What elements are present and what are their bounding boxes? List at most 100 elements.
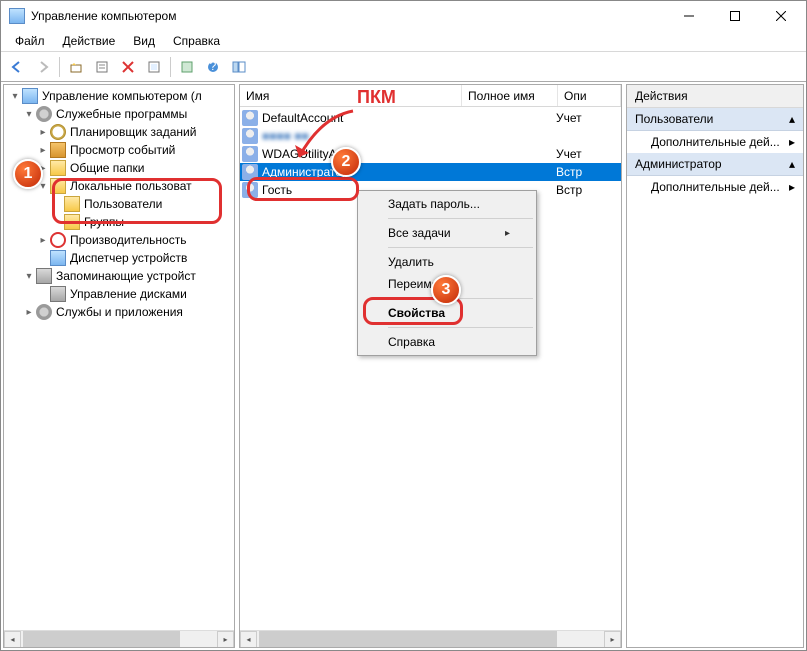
back-button[interactable]: [5, 55, 29, 79]
actions-more-users[interactable]: Дополнительные дей...▸: [627, 131, 803, 153]
tree-label: Пользователи: [84, 197, 162, 211]
expand-icon[interactable]: ▸: [36, 127, 50, 138]
list-pane: Имя Полное имя Опи DefaultAccount Учет ■…: [239, 84, 622, 648]
tree-devmgr[interactable]: Диспетчер устройств: [4, 249, 234, 267]
user-desc: Учет: [556, 111, 621, 125]
callout-3: 3: [431, 275, 461, 305]
menu-view[interactable]: Вид: [125, 32, 163, 50]
tree-diskmgmt[interactable]: Управление дисками: [4, 285, 234, 303]
expand-icon[interactable]: ▸: [36, 145, 50, 156]
eventlog-icon: [50, 142, 66, 158]
ctx-all-tasks[interactable]: Все задачи▸: [360, 222, 534, 244]
list-body[interactable]: DefaultAccount Учет ■■■■ ■■ WDAGUtilityA…: [240, 107, 621, 630]
users-folder-icon: [50, 178, 66, 194]
menu-help[interactable]: Справка: [165, 32, 228, 50]
tree-services[interactable]: ▾ Служебные программы: [4, 105, 234, 123]
up-button[interactable]: [64, 55, 88, 79]
actions-section-users[interactable]: Пользователи▴: [627, 108, 803, 131]
user-desc: Встр: [556, 165, 621, 179]
ctx-set-password[interactable]: Задать пароль...: [360, 193, 534, 215]
ctx-delete[interactable]: Удалить: [360, 251, 534, 273]
tools-icon: [36, 106, 52, 122]
app-icon: [9, 8, 25, 24]
menu-file[interactable]: Файл: [7, 32, 53, 50]
user-desc: Учет: [556, 147, 621, 161]
callout-2: 2: [331, 147, 361, 177]
tree-scheduler[interactable]: ▸ Планировщик заданий: [4, 123, 234, 141]
tree-label: Просмотр событий: [70, 143, 175, 157]
toolbar-sep: [59, 57, 60, 77]
tree-label: Диспетчер устройств: [70, 251, 187, 265]
col-fullname[interactable]: Полное имя: [462, 85, 558, 106]
menu-action[interactable]: Действие: [55, 32, 124, 50]
tree-label: Управление дисками: [70, 287, 187, 301]
window-title: Управление компьютером: [31, 9, 666, 23]
storage-icon: [36, 268, 52, 284]
user-desc: Встр: [556, 183, 621, 197]
tree-root[interactable]: ▾ Управление компьютером (л: [4, 87, 234, 105]
folder-icon: [50, 160, 66, 176]
ctx-separator: [388, 247, 533, 248]
expand-icon[interactable]: ▸: [36, 235, 50, 246]
scroll-left-icon[interactable]: ◂: [240, 631, 257, 648]
refresh-button[interactable]: [175, 55, 199, 79]
folder-icon: [64, 214, 80, 230]
scroll-right-icon[interactable]: ▸: [604, 631, 621, 648]
tree-label: Группы: [84, 215, 124, 229]
device-icon: [50, 250, 66, 266]
forward-button[interactable]: [31, 55, 55, 79]
scroll-right-icon[interactable]: ▸: [217, 631, 234, 648]
tree-performance[interactable]: ▸Производительность: [4, 231, 234, 249]
ctx-help[interactable]: Справка: [360, 331, 534, 353]
properties-button[interactable]: [90, 55, 114, 79]
list-column-header: Имя Полное имя Опи: [240, 85, 621, 107]
collapse-icon[interactable]: ▾: [22, 271, 36, 282]
ctx-separator: [388, 218, 533, 219]
tree-storage[interactable]: ▾Запоминающие устройст: [4, 267, 234, 285]
folder-icon: [64, 196, 80, 212]
delete-button[interactable]: [116, 55, 140, 79]
user-icon: [242, 164, 258, 180]
show-hide-button[interactable]: [227, 55, 251, 79]
tree-label: Управление компьютером (л: [42, 89, 202, 103]
collapse-icon[interactable]: ▾: [22, 109, 36, 120]
ctx-properties[interactable]: Свойства: [360, 302, 534, 324]
export-button[interactable]: [142, 55, 166, 79]
tree-label: Службы и приложения: [56, 305, 183, 319]
expand-icon[interactable]: ▸: [22, 307, 36, 318]
user-name: Гость: [262, 183, 292, 197]
user-icon: [242, 182, 258, 198]
tree-eventviewer[interactable]: ▸ Просмотр событий: [4, 141, 234, 159]
svg-text:?: ?: [210, 60, 217, 73]
actions-pane: Действия Пользователи▴ Дополнительные де…: [626, 84, 804, 648]
tree-users[interactable]: Пользователи: [4, 195, 234, 213]
chevron-right-icon: ▸: [789, 180, 795, 194]
col-desc[interactable]: Опи: [558, 85, 621, 106]
toolbar: ?: [1, 52, 806, 82]
minimize-button[interactable]: [666, 1, 712, 31]
tree-label: Локальные пользоват: [70, 179, 192, 193]
maximize-button[interactable]: [712, 1, 758, 31]
scroll-left-icon[interactable]: ◂: [4, 631, 21, 648]
close-button[interactable]: [758, 1, 804, 31]
annotation-rmb-label: ПКМ: [357, 87, 396, 108]
services-icon: [36, 304, 52, 320]
tree-svcapps[interactable]: ▸ Службы и приложения: [4, 303, 234, 321]
list-hscroll[interactable]: ◂ ▸: [240, 630, 621, 647]
actions-more-admin[interactable]: Дополнительные дей...▸: [627, 176, 803, 198]
tree-groups[interactable]: Группы: [4, 213, 234, 231]
main-area: ▾ Управление компьютером (л ▾ Служебные пр…: [1, 82, 806, 650]
actions-section-admin[interactable]: Администратор▴: [627, 153, 803, 176]
user-icon: [242, 146, 258, 162]
collapse-icon[interactable]: ▾: [8, 91, 22, 102]
chevron-right-icon: ▸: [505, 228, 510, 239]
tree-hscroll[interactable]: ◂ ▸: [4, 630, 234, 647]
help-toolbar-button[interactable]: ?: [201, 55, 225, 79]
tree-label: Служебные программы: [56, 107, 187, 121]
tree-label: Планировщик заданий: [70, 125, 196, 139]
context-menu: Задать пароль... Все задачи▸ Удалить Пер…: [357, 190, 537, 356]
collapse-icon: ▴: [789, 112, 795, 126]
col-name[interactable]: Имя: [240, 85, 462, 106]
user-icon: [242, 128, 258, 144]
ctx-separator: [388, 327, 533, 328]
